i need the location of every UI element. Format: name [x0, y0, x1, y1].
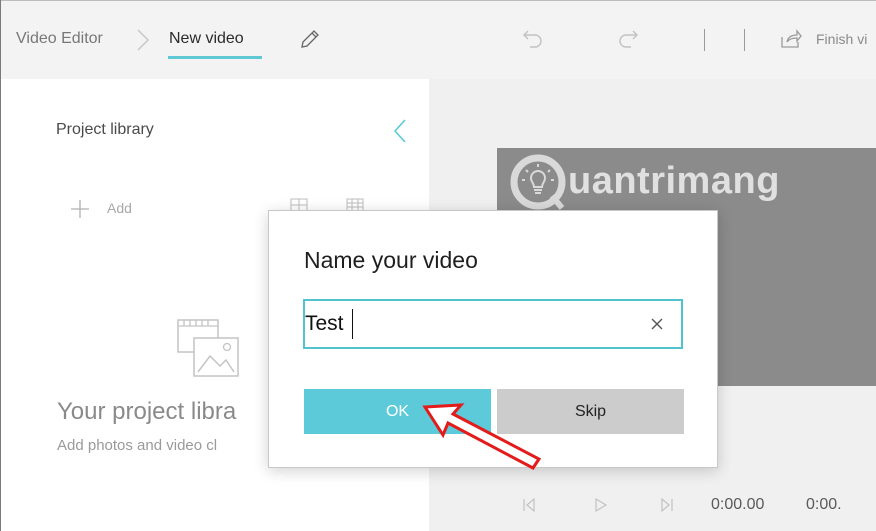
current-time: 0:00.00: [711, 496, 765, 513]
clear-icon[interactable]: [650, 317, 664, 336]
previous-frame-icon[interactable]: [522, 497, 536, 518]
redo-icon[interactable]: [617, 28, 639, 55]
red-arrow-icon: [415, 395, 550, 480]
chevron-left-icon[interactable]: [392, 118, 408, 149]
toolbar-divider: [744, 29, 745, 51]
project-library-title: Project library: [56, 121, 154, 138]
library-media-icon: [176, 318, 242, 385]
breadcrumb-active-underline: [168, 56, 262, 59]
chevron-right-icon: [136, 28, 150, 57]
empty-library-title: Your project libra: [57, 398, 237, 425]
dialog-title: Name your video: [304, 247, 478, 273]
pencil-icon[interactable]: [298, 27, 322, 56]
add-button[interactable]: Add: [107, 200, 132, 216]
breadcrumb-video-editor[interactable]: Video Editor: [16, 30, 103, 48]
total-time: 0:00.: [806, 496, 842, 513]
watermark-text: uantrimang: [568, 160, 780, 202]
video-name-input[interactable]: [305, 306, 625, 342]
next-frame-icon[interactable]: [660, 497, 674, 518]
finish-video-button[interactable]: Finish vi: [816, 31, 876, 47]
breadcrumb-new-video[interactable]: New video: [169, 30, 244, 48]
play-icon[interactable]: [594, 497, 608, 518]
undo-icon[interactable]: [522, 28, 544, 55]
lightbulb-logo-icon: [508, 152, 568, 217]
share-icon[interactable]: [780, 29, 802, 54]
text-caret: [352, 309, 353, 339]
toolbar-divider: [704, 29, 705, 51]
empty-library-subtitle: Add photos and video cl: [57, 437, 218, 454]
plus-icon[interactable]: [70, 199, 90, 224]
